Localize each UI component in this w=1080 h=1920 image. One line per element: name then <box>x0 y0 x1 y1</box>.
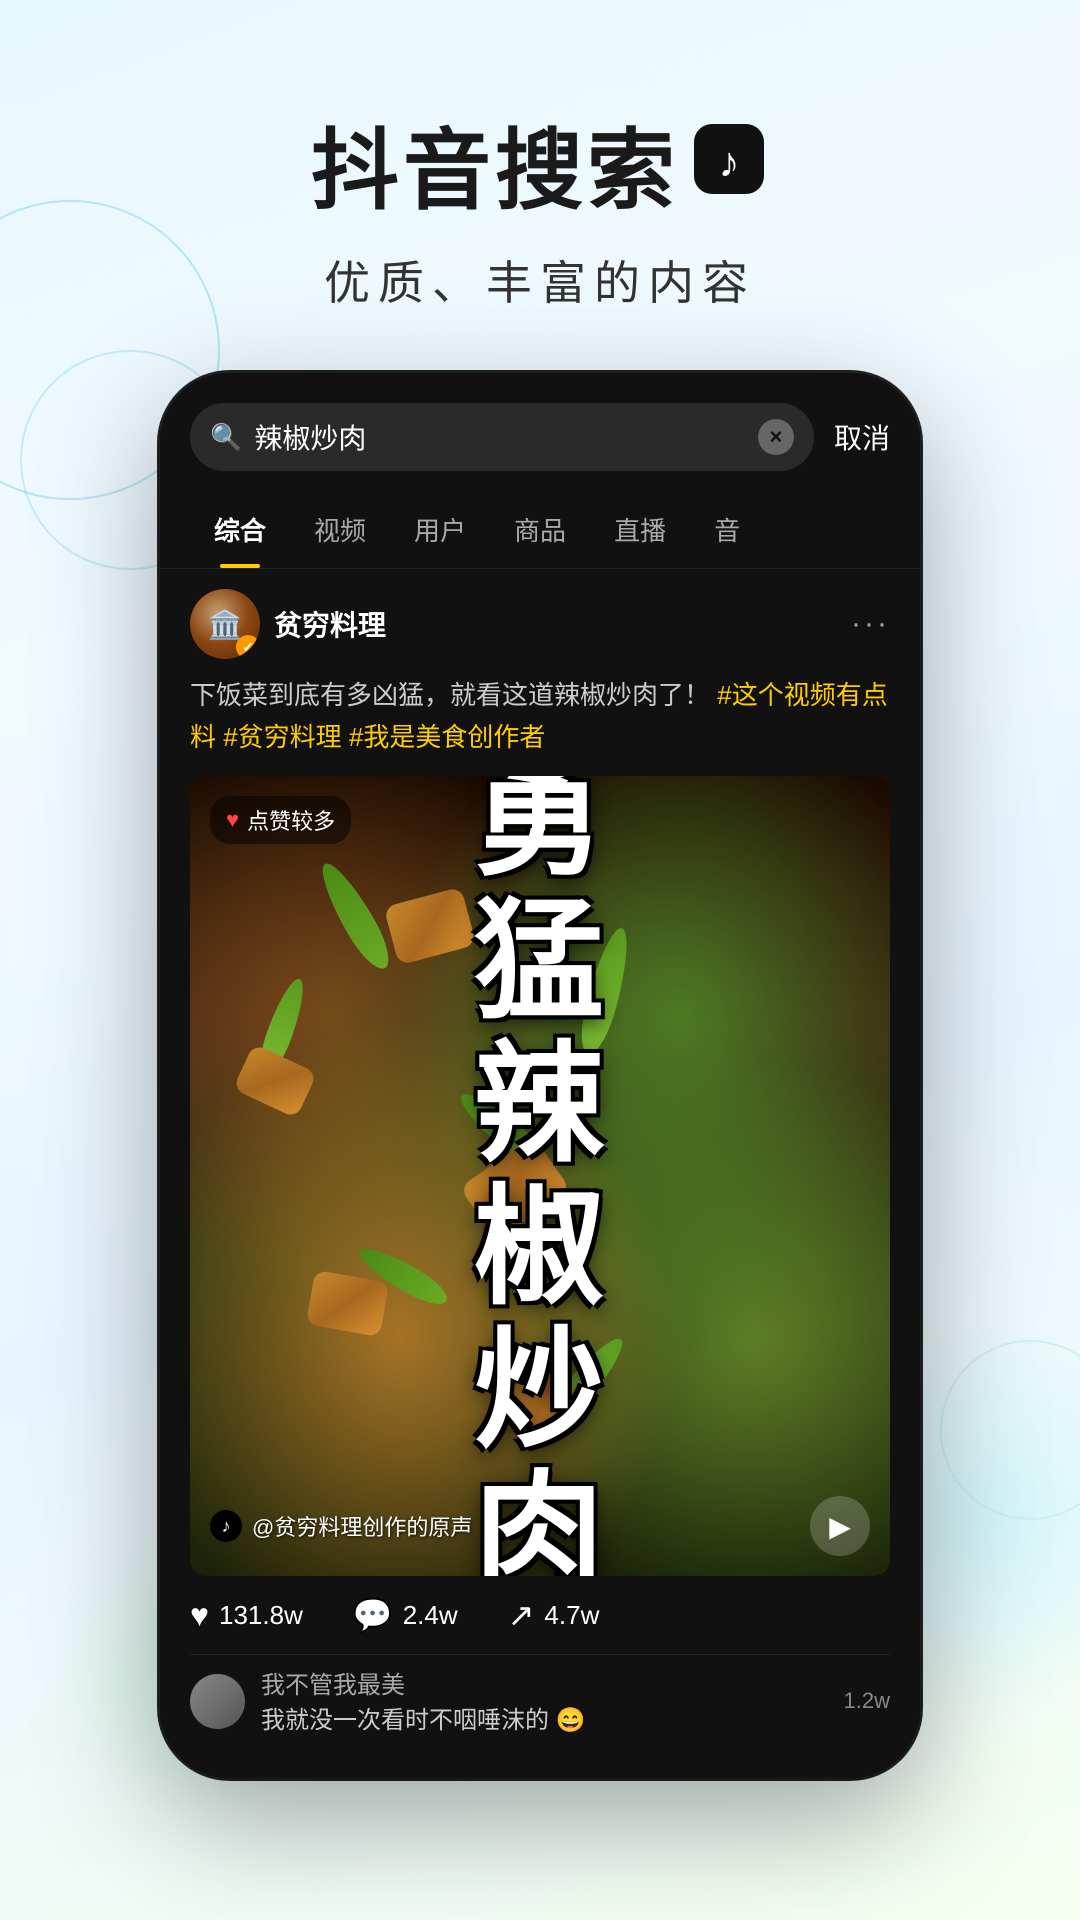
comment-icon: 💬 <box>353 1596 393 1634</box>
sound-text: @贫穷料理创作的原声 <box>252 1510 472 1542</box>
more-options-button[interactable]: ··· <box>851 607 890 641</box>
sound-info: ♪ @贫穷料理创作的原声 <box>210 1510 472 1542</box>
search-input-wrap[interactable]: 🔍 辣椒炒肉 × <box>190 403 814 471</box>
comment-like-count: 1.2w <box>844 1688 890 1714</box>
post-user[interactable]: 🏛️ ✓ 贫穷料理 <box>190 589 386 659</box>
header-section: 抖音搜索 ♪ 优质、丰富的内容 <box>0 0 1080 373</box>
tab-商品[interactable]: 商品 <box>490 491 590 568</box>
cancel-search-button[interactable]: 取消 <box>834 417 890 457</box>
comment-content: 我不管我最美 我就没一次看时不咽唾沫的 😄 <box>261 1665 828 1738</box>
search-icon: 🔍 <box>210 422 242 453</box>
search-bar-row: 🔍 辣椒炒肉 × 取消 <box>160 373 920 491</box>
phone-mockup: 🔍 辣椒炒肉 × 取消 综合 视频 用户 <box>160 373 920 1778</box>
video-text-overlay: 勇猛辣椒炒肉 <box>190 776 890 1576</box>
like-count: 131.8w <box>219 1600 303 1631</box>
tab-音[interactable]: 音 <box>690 491 764 568</box>
post-header: 🏛️ ✓ 贫穷料理 ··· <box>190 589 890 659</box>
video-bottom-bar: ♪ @贫穷料理创作的原声 ▶ <box>210 1496 870 1556</box>
comment-text: 我就没一次看时不咽唾沫的 😄 <box>261 1704 828 1738</box>
clear-icon: × <box>770 424 783 450</box>
username-label: 贫穷料理 <box>274 604 386 644</box>
content-area: 🏛️ ✓ 贫穷料理 ··· 下饭菜到底有多凶猛，就看这道辣椒炒肉了！ #这个视频… <box>160 569 920 1778</box>
share-icon: ↗ <box>508 1596 535 1634</box>
tab-视频[interactable]: 视频 <box>290 491 390 568</box>
interaction-bar: ♥ 131.8w 💬 2.4w ↗ 4.7w <box>190 1576 890 1654</box>
search-query-text: 辣椒炒肉 <box>254 417 746 457</box>
play-button[interactable]: ▶ <box>810 1496 870 1556</box>
avatar: 🏛️ ✓ <box>190 589 260 659</box>
video-thumbnail[interactable]: ♥ 点赞较多 勇猛辣椒炒肉 ♪ <box>190 776 890 1576</box>
app-subtitle: 优质、丰富的内容 <box>0 247 1080 313</box>
phone-inner: 🔍 辣椒炒肉 × 取消 综合 视频 用户 <box>160 373 920 1778</box>
comment-count: 2.4w <box>403 1600 458 1631</box>
comment-preview: 我不管我最美 我就没一次看时不咽唾沫的 😄 1.2w <box>190 1654 890 1758</box>
post-description: 下饭菜到底有多凶猛，就看这道辣椒炒肉了！ #这个视频有点料 #贫穷料理 #我是美… <box>190 675 890 758</box>
tab-直播[interactable]: 直播 <box>590 491 690 568</box>
tab-用户[interactable]: 用户 <box>390 491 490 568</box>
phone-container: 🔍 辣椒炒肉 × 取消 综合 视频 用户 <box>0 373 1080 1778</box>
video-inner: ♥ 点赞较多 勇猛辣椒炒肉 ♪ <box>190 776 890 1576</box>
svg-text:♪: ♪ <box>719 138 740 185</box>
tabs-row: 综合 视频 用户 商品 直播 音 <box>160 491 920 569</box>
share-count: 4.7w <box>544 1600 599 1631</box>
comment-button[interactable]: 💬 2.4w <box>353 1596 458 1634</box>
comment-avatar <box>190 1674 245 1729</box>
like-button[interactable]: ♥ 131.8w <box>190 1597 303 1634</box>
app-title: 抖音搜索 <box>311 100 679 227</box>
tab-综合[interactable]: 综合 <box>190 491 290 568</box>
main-title-row: 抖音搜索 ♪ <box>0 100 1080 227</box>
verified-badge: ✓ <box>236 635 260 659</box>
share-button[interactable]: ↗ 4.7w <box>508 1596 600 1634</box>
video-overlay-text: 勇猛辣椒炒肉 <box>474 776 606 1576</box>
comment-username: 我不管我最美 <box>261 1665 828 1700</box>
post-desc-text: 下饭菜到底有多凶猛，就看这道辣椒炒肉了！ <box>190 680 710 710</box>
heart-icon: ♥ <box>190 1597 209 1634</box>
music-icon: ♪ <box>210 1510 242 1542</box>
clear-search-button[interactable]: × <box>758 419 794 455</box>
tiktok-logo-icon: ♪ <box>689 119 769 199</box>
